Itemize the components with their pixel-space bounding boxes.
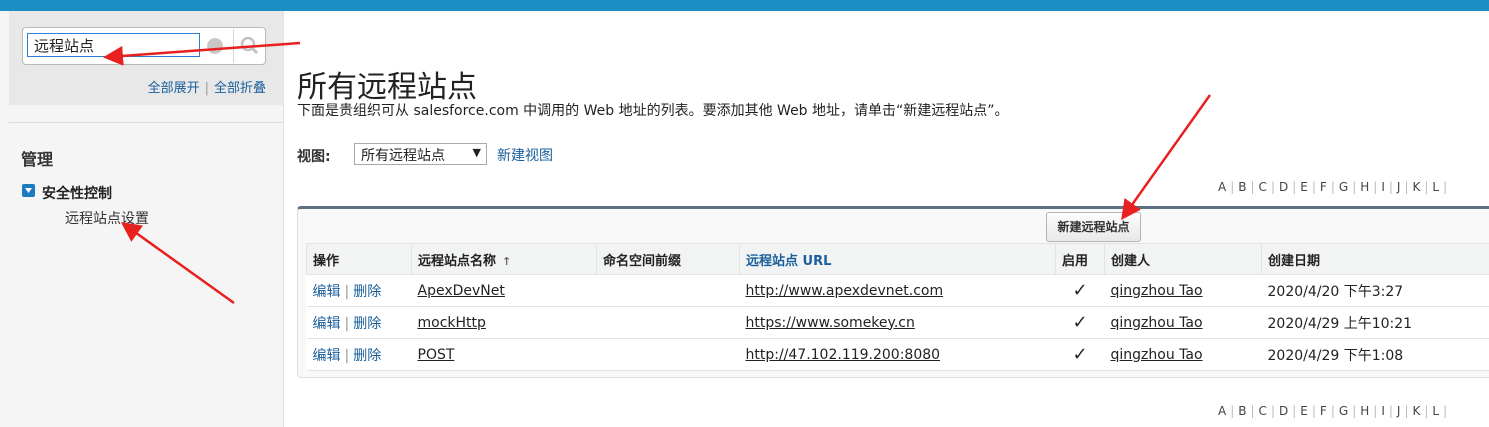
search-icon[interactable] <box>233 29 266 63</box>
site-url-link[interactable]: http://www.apexdevnet.com <box>746 283 944 299</box>
setup-sidebar: 全部展开|全部折叠 管理 安全性控制 远程站点设置 <box>0 11 284 427</box>
view-label: 视图: <box>297 149 331 165</box>
sidebar-item-security-controls[interactable]: 安全性控制 <box>42 183 112 203</box>
alphabet-letter-l[interactable]: L <box>1432 180 1439 194</box>
site-name-link[interactable]: mockHttp <box>418 315 486 331</box>
creator-cell: qingzhou Tao <box>1104 338 1262 371</box>
row-actions: 编辑 | 删除 <box>306 338 412 371</box>
site-url-cell: http://www.apexdevnet.com <box>739 274 1056 307</box>
delete-link[interactable]: 删除 <box>353 284 381 300</box>
alphabet-letter-b[interactable]: B <box>1238 404 1246 418</box>
admin-section-title: 管理 <box>21 150 54 169</box>
site-url-link[interactable]: https://www.somekey.cn <box>746 315 915 331</box>
alphabet-filter-bottom: A | B | C | D | E | F | G | H | I | J | K | L | <box>1218 404 1448 418</box>
alphabet-letter-l[interactable]: L <box>1432 404 1439 418</box>
alphabet-letter-c[interactable]: C <box>1259 180 1267 194</box>
alphabet-letter-d[interactable]: D <box>1279 180 1288 194</box>
row-actions: 编辑 | 删除 <box>306 306 412 339</box>
expand-all-link[interactable]: 全部展开 <box>148 81 200 96</box>
page-description: 下面是贵组织可从 salesforce.com 中调用的 Web 地址的列表。要… <box>297 103 1009 119</box>
column-header-url[interactable]: 远程站点 URL <box>739 243 1056 275</box>
alphabet-letter-h[interactable]: H <box>1360 180 1369 194</box>
creator-cell: qingzhou Tao <box>1104 306 1262 339</box>
quick-find-input[interactable] <box>27 33 200 57</box>
site-url-cell: http://47.102.119.200:8080 <box>739 338 1056 371</box>
creator-link[interactable]: qingzhou Tao <box>1111 347 1203 363</box>
sort-ascending-icon: ↑ <box>502 254 512 268</box>
delete-link[interactable]: 删除 <box>353 348 381 364</box>
table-header-row: 操作 远程站点名称 ↑ 命名空间前缀 远程站点 URL 启用 创建人 创建日期 <box>306 243 1489 275</box>
site-name-link[interactable]: ApexDevNet <box>418 283 505 299</box>
alphabet-letter-d[interactable]: D <box>1279 404 1288 418</box>
alphabet-letter-h[interactable]: H <box>1360 404 1369 418</box>
alphabet-letter-k[interactable]: K <box>1413 404 1421 418</box>
namespace-prefix-cell <box>596 338 740 371</box>
site-url-link[interactable]: http://47.102.119.200:8080 <box>746 347 941 363</box>
column-header-created-date[interactable]: 创建日期 <box>1261 243 1489 275</box>
site-name-cell: mockHttp <box>411 306 597 339</box>
alphabet-letter-g[interactable]: G <box>1339 404 1348 418</box>
alphabet-letter-g[interactable]: G <box>1339 180 1348 194</box>
site-url-cell: https://www.somekey.cn <box>739 306 1056 339</box>
collapse-toggle-icon[interactable] <box>22 184 35 197</box>
expand-collapse-links: 全部展开 | 全部折叠 <box>147 81 266 96</box>
quick-find-box <box>22 27 266 65</box>
alphabet-filter-top: A | B | C | D | E | F | G | H | I | J | K | L | <box>1218 180 1448 194</box>
delete-link[interactable]: 删除 <box>353 316 381 332</box>
new-view-link[interactable]: 新建视图 <box>497 145 553 165</box>
new-remote-site-button[interactable]: 新建远程站点 <box>1046 212 1141 242</box>
collapse-all-link[interactable]: 全部折叠 <box>214 81 266 96</box>
edit-link[interactable]: 编辑 <box>313 348 341 364</box>
quick-find-area: 全部展开|全部折叠 <box>9 11 283 105</box>
active-check-icon: ✓ <box>1055 274 1105 307</box>
edit-link[interactable]: 编辑 <box>313 284 341 300</box>
creator-link[interactable]: qingzhou Tao <box>1111 283 1203 299</box>
alphabet-letter-f[interactable]: F <box>1320 404 1327 418</box>
row-actions: 编辑 | 删除 <box>306 274 412 307</box>
alphabet-letter-a[interactable]: A <box>1218 404 1226 418</box>
alphabet-letter-e[interactable]: E <box>1300 180 1308 194</box>
active-check-icon: ✓ <box>1055 306 1105 339</box>
clear-search-icon[interactable] <box>207 38 223 54</box>
created-date-cell: 2020/4/29 上午10:21 <box>1261 306 1489 339</box>
column-header-name-label: 远程站点名称 <box>418 253 497 269</box>
view-select[interactable]: 所有远程站点 ▼ <box>354 143 487 165</box>
alphabet-letter-j[interactable]: J <box>1397 404 1401 418</box>
table-row: 编辑 | 删除 ApexDevNet http://www.apexdevnet.com… <box>306 274 1489 307</box>
alphabet-letter-i[interactable]: I <box>1381 404 1385 418</box>
dropdown-arrow-icon: ▼ <box>472 146 481 159</box>
alphabet-letter-i[interactable]: I <box>1381 180 1385 194</box>
alphabet-letter-c[interactable]: C <box>1259 404 1267 418</box>
column-header-prefix[interactable]: 命名空间前缀 <box>596 243 740 275</box>
sidebar-divider <box>9 122 283 123</box>
namespace-prefix-cell <box>596 274 740 307</box>
column-header-active[interactable]: 启用 <box>1055 243 1105 275</box>
alphabet-letter-j[interactable]: J <box>1397 180 1401 194</box>
sidebar-item-remote-site-settings[interactable]: 远程站点设置 <box>65 208 149 228</box>
edit-link[interactable]: 编辑 <box>313 316 341 332</box>
column-header-action: 操作 <box>306 243 412 275</box>
alphabet-letter-e[interactable]: E <box>1300 404 1308 418</box>
alphabet-letter-k[interactable]: K <box>1413 180 1421 194</box>
alphabet-letter-b[interactable]: B <box>1238 180 1246 194</box>
top-bar <box>0 0 1489 11</box>
created-date-cell: 2020/4/20 下午3:27 <box>1261 274 1489 307</box>
view-selected-value: 所有远程站点 <box>361 148 445 164</box>
creator-link[interactable]: qingzhou Tao <box>1111 315 1203 331</box>
active-check-icon: ✓ <box>1055 338 1105 371</box>
alphabet-letter-f[interactable]: F <box>1320 180 1327 194</box>
table-row: 编辑 | 删除 POST http://47.102.119.200:8080 ✓ qing… <box>306 338 1489 371</box>
site-name-link[interactable]: POST <box>418 347 455 363</box>
annotation-arrow <box>1121 94 1212 221</box>
site-name-cell: POST <box>411 338 597 371</box>
created-date-cell: 2020/4/29 下午1:08 <box>1261 338 1489 371</box>
creator-cell: qingzhou Tao <box>1104 274 1262 307</box>
table-row: 编辑 | 删除 mockHttp https://www.somekey.cn ✓ qing… <box>306 306 1489 339</box>
column-header-creator[interactable]: 创建人 <box>1104 243 1262 275</box>
site-name-cell: ApexDevNet <box>411 274 597 307</box>
column-header-name[interactable]: 远程站点名称 ↑ <box>411 243 597 275</box>
remote-sites-table: 操作 远程站点名称 ↑ 命名空间前缀 远程站点 URL 启用 创建人 创建日期 编… <box>306 243 1489 371</box>
namespace-prefix-cell <box>596 306 740 339</box>
alphabet-letter-a[interactable]: A <box>1218 180 1226 194</box>
